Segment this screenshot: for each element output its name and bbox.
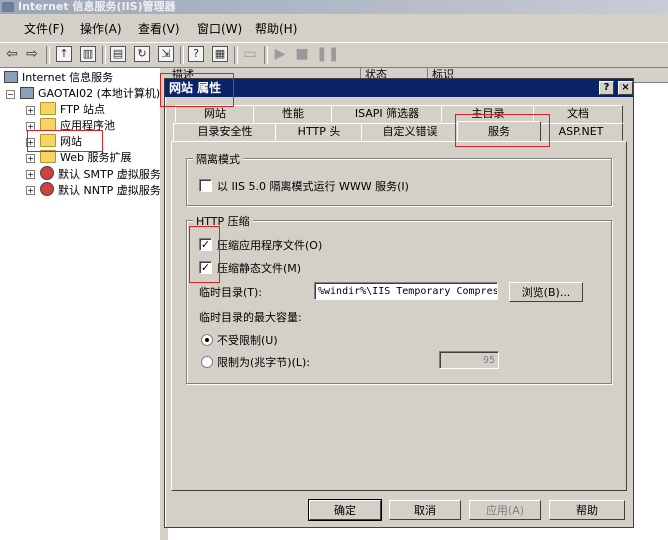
- collapse-server-icon[interactable]: −: [6, 90, 15, 99]
- properties-icon[interactable]: ▤: [110, 46, 126, 62]
- isolation-mode-group: 隔离模式 以 IIS 5.0 隔离模式运行 WWW 服务(I): [186, 151, 612, 206]
- tree-item-nntp[interactable]: 默认 NNTP 虚拟服务器: [40, 182, 160, 198]
- properties-dialog: 网站 属性 ? × 网站 性能 ISAPI 筛选器 主目录 文档 目录安全性 H…: [164, 78, 634, 528]
- forward-arrow-icon[interactable]: ⇨: [24, 46, 40, 62]
- tab-custom-errors[interactable]: 自定义错误: [361, 123, 459, 141]
- isolation-mode-legend: 隔离模式: [193, 151, 243, 167]
- toolbar: ⇦ ⇨ ↑ ▥ ▤ ↻ ⇲ ? ▦ ▭ ▶ ■ ❚❚: [0, 42, 668, 68]
- dialog-title-bar[interactable]: 网站 属性 ? ×: [165, 79, 633, 97]
- tab-isapi-filters[interactable]: ISAPI 筛选器: [331, 105, 443, 123]
- expand-webext-icon[interactable]: +: [26, 154, 35, 163]
- temp-directory-input[interactable]: %windir%\IIS Temporary Compressed Files: [314, 282, 498, 300]
- smtp-server-icon: [40, 166, 54, 180]
- tab-directory-security[interactable]: 目录安全性: [173, 123, 277, 141]
- http-compression-group: HTTP 压缩 ✓ 压缩应用程序文件(O) ✓ 压缩静态文件(M) 临时目录(T…: [186, 213, 612, 384]
- refresh-icon[interactable]: ↻: [134, 46, 150, 62]
- back-arrow-icon[interactable]: ⇦: [4, 46, 20, 62]
- cancel-button[interactable]: 取消: [389, 500, 461, 520]
- compress-static-files-label[interactable]: 压缩静态文件(M): [217, 260, 301, 276]
- limit-label[interactable]: 限制为(兆字节)(L):: [217, 354, 310, 370]
- computer-node-icon: [20, 87, 34, 99]
- export-icon[interactable]: ⇲: [158, 46, 174, 62]
- iis-app-icon: [2, 2, 14, 12]
- tab-http-headers[interactable]: HTTP 头: [275, 123, 363, 141]
- highlight-service-tab: [455, 114, 550, 147]
- help-button[interactable]: 帮助: [549, 500, 625, 520]
- highlight-dialog-title: [160, 73, 234, 107]
- isolation-mode-checkbox[interactable]: [199, 179, 212, 192]
- stop-icon[interactable]: ■: [294, 46, 310, 62]
- highlight-compression-checkboxes: [189, 226, 220, 283]
- tree-server[interactable]: GAOTAI02 (本地计算机): [20, 86, 160, 102]
- show-tree-icon[interactable]: ▥: [80, 46, 96, 62]
- mmc-icon[interactable]: ▦: [212, 46, 228, 62]
- tab-aspnet[interactable]: ASP.NET: [539, 123, 623, 141]
- pause-icon[interactable]: ❚❚: [316, 46, 339, 62]
- service-tab-panel: 隔离模式 以 IIS 5.0 隔离模式运行 WWW 服务(I) HTTP 压缩 …: [171, 141, 627, 491]
- tree-item-ftp-sites[interactable]: FTP 站点: [40, 102, 105, 118]
- browse-button[interactable]: 浏览(B)...: [509, 282, 583, 302]
- menu-bar: 文件(F) 操作(A) 查看(V) 窗口(W) 帮助(H): [0, 16, 668, 40]
- tab-website[interactable]: 网站: [175, 105, 255, 123]
- isolation-mode-label[interactable]: 以 IIS 5.0 隔离模式运行 WWW 服务(I): [217, 178, 409, 194]
- menu-file[interactable]: 文件(F): [24, 20, 64, 37]
- iis-root-icon: [4, 71, 18, 83]
- computer-icon[interactable]: ▭: [242, 46, 258, 62]
- tree-item-web-extensions[interactable]: Web 服务扩展: [40, 150, 131, 166]
- apply-button[interactable]: 应用(A): [469, 500, 541, 520]
- menu-help[interactable]: 帮助(H): [255, 20, 297, 37]
- limit-radio[interactable]: [201, 356, 213, 368]
- tab-performance[interactable]: 性能: [253, 105, 333, 123]
- tree-item-smtp[interactable]: 默认 SMTP 虚拟服务器: [40, 166, 160, 182]
- play-icon[interactable]: ▶: [272, 46, 288, 62]
- main-window-title: Internet 信息服务(IIS)管理器: [0, 0, 668, 14]
- expand-smtp-icon[interactable]: +: [26, 170, 35, 179]
- unlimited-label[interactable]: 不受限制(U): [217, 332, 278, 348]
- ok-button[interactable]: 确定: [308, 499, 382, 521]
- folder-icon: [40, 102, 56, 115]
- max-size-label: 临时目录的最大容量:: [199, 311, 302, 324]
- window-title-text: Internet 信息服务(IIS)管理器: [18, 0, 176, 13]
- menu-window[interactable]: 窗口(W): [197, 20, 242, 37]
- limit-size-input[interactable]: 95: [439, 351, 499, 369]
- menu-view[interactable]: 查看(V): [138, 20, 180, 37]
- tree-root[interactable]: Internet 信息服务: [4, 70, 113, 86]
- unlimited-radio[interactable]: [201, 334, 213, 346]
- expand-ftp-icon[interactable]: +: [26, 106, 35, 115]
- temp-directory-label: 临时目录(T):: [199, 286, 263, 299]
- help-caption-button[interactable]: ?: [599, 81, 614, 95]
- close-icon[interactable]: ×: [618, 81, 633, 95]
- menu-action[interactable]: 操作(A): [80, 20, 122, 37]
- compress-app-files-label[interactable]: 压缩应用程序文件(O): [217, 237, 322, 253]
- highlight-websites-node: [27, 130, 103, 152]
- nntp-server-icon: [40, 182, 54, 196]
- help-icon[interactable]: ?: [188, 46, 204, 62]
- expand-nntp-icon[interactable]: +: [26, 186, 35, 195]
- up-folder-icon[interactable]: ↑: [56, 46, 72, 62]
